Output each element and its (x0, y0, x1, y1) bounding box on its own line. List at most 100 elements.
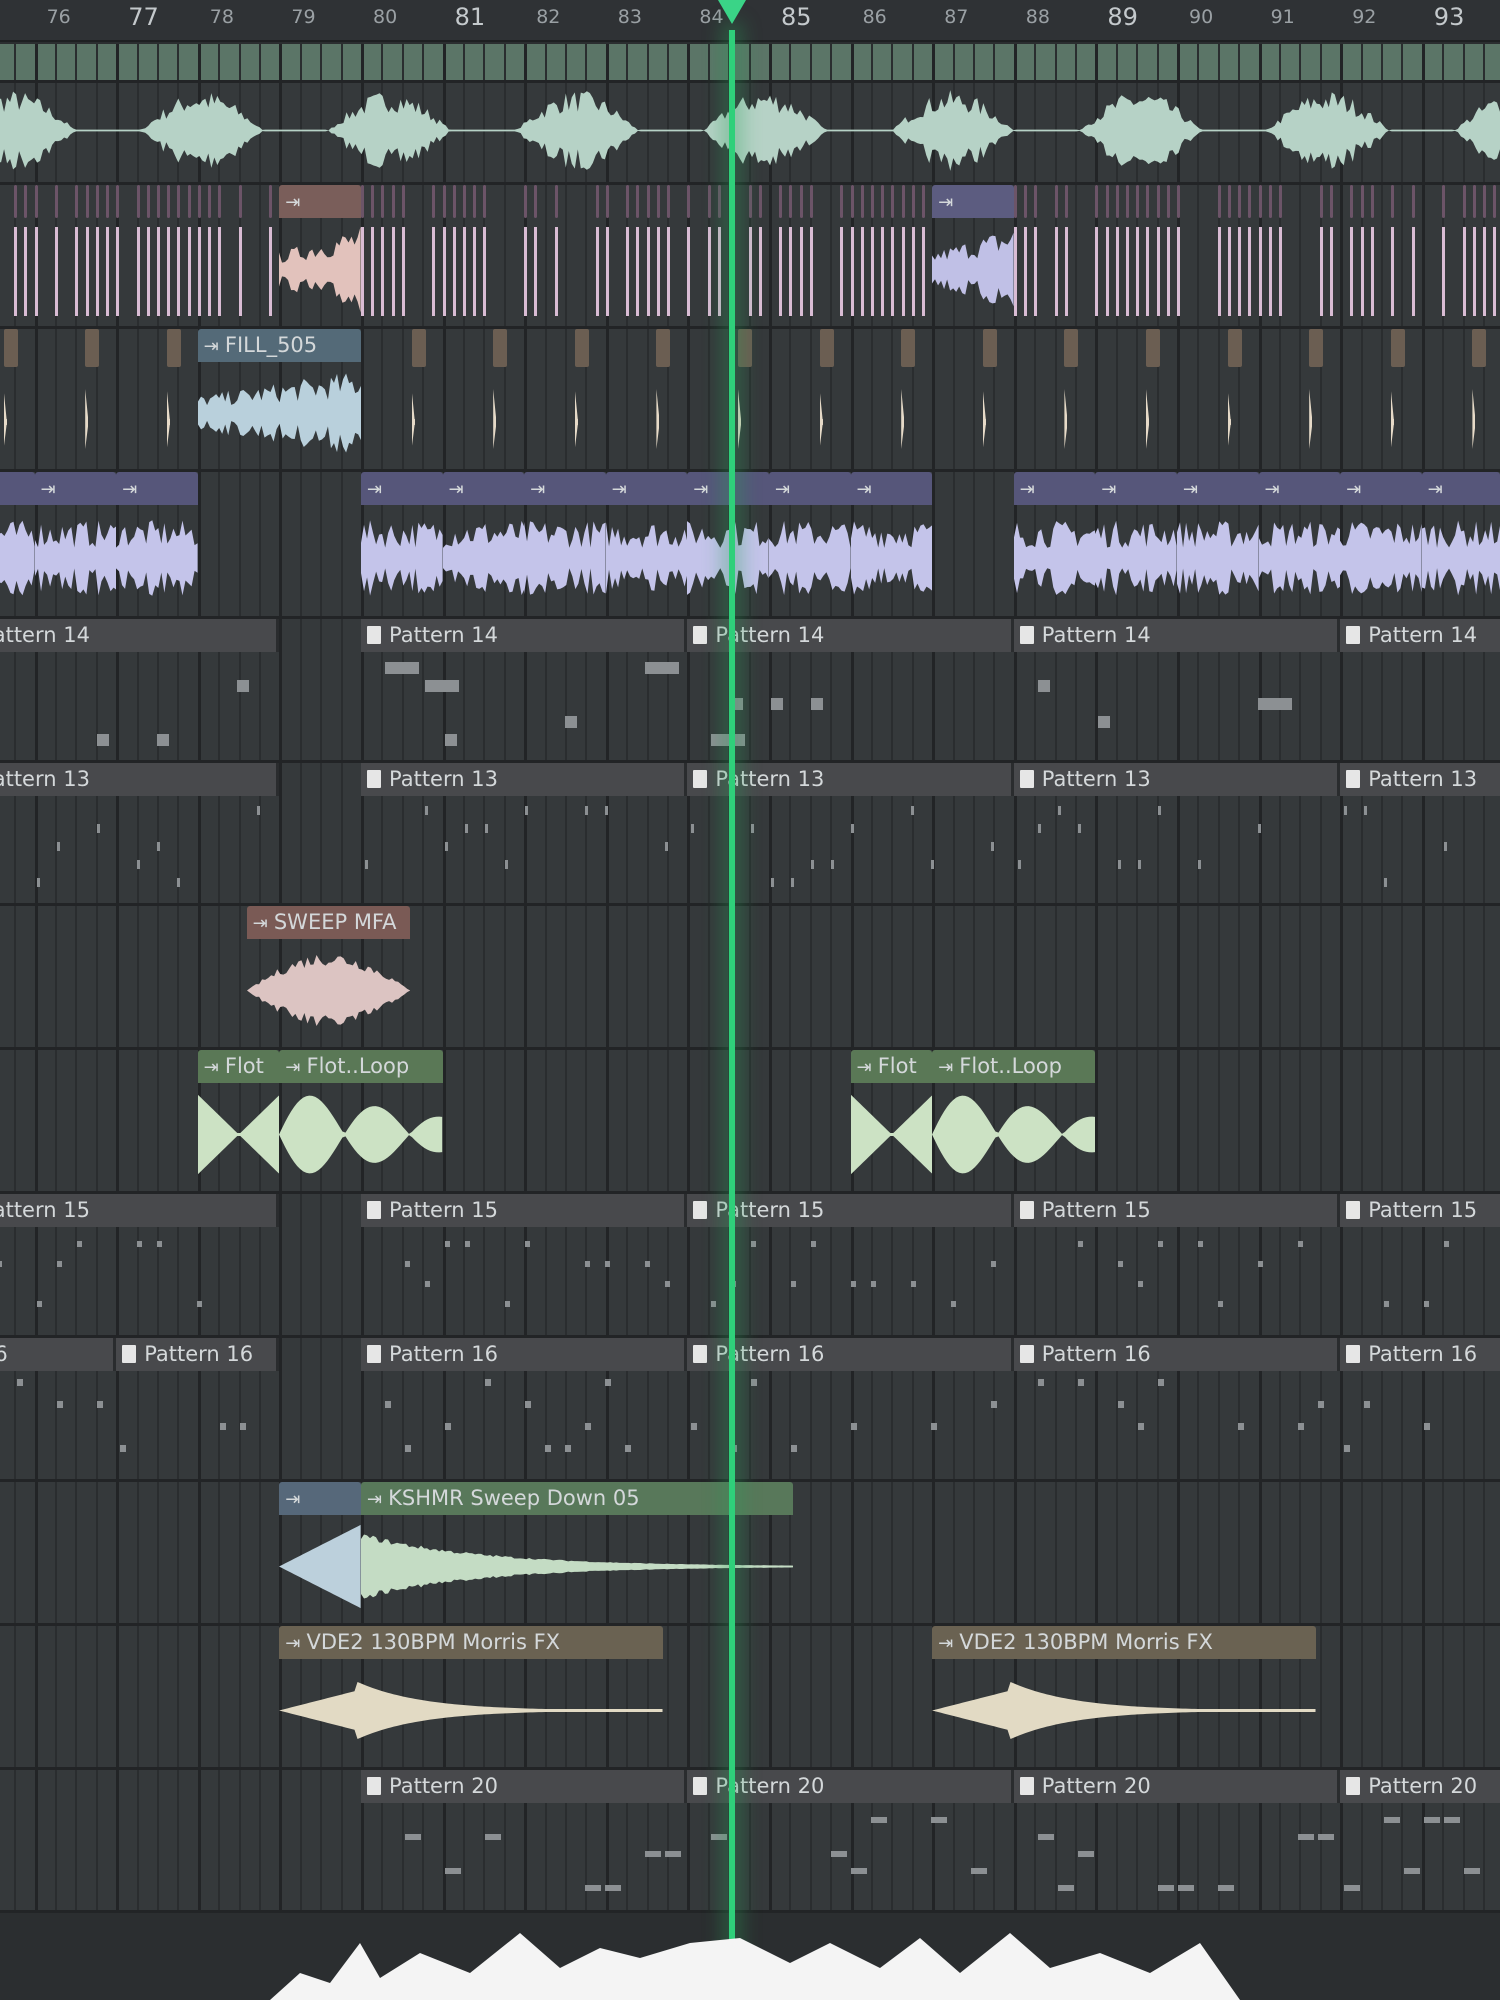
ruler-bar-number[interactable]: 82 (536, 6, 560, 28)
audio-clip[interactable]: ⇥ FILL_505 (197, 329, 361, 469)
hat-clip[interactable] (463, 185, 466, 218)
clip-header[interactable]: 16 (0, 1338, 117, 1371)
hat-clip[interactable] (524, 185, 528, 218)
pattern-clip[interactable]: Pattern 14 (1013, 619, 1341, 760)
audio-clip[interactable]: ⇥ (442, 472, 525, 616)
hat-clip[interactable] (34, 185, 38, 218)
ruler-bar-number[interactable]: 90 (1189, 6, 1213, 28)
audio-clip[interactable] (0, 329, 198, 469)
hat-clip[interactable] (157, 185, 160, 218)
hat-clip[interactable] (881, 185, 885, 218)
kick-clip[interactable] (574, 329, 589, 367)
audio-clip[interactable]: ⇥ (1340, 472, 1422, 616)
clip-header[interactable]: Pattern 20 (1340, 1770, 1500, 1803)
hat-clip[interactable] (1360, 185, 1364, 218)
hat-clip[interactable] (901, 185, 905, 218)
audio-clip[interactable]: ⇥ (850, 472, 933, 616)
clip-header[interactable]: ⇥ (524, 472, 606, 505)
hat-clip[interactable] (748, 185, 752, 218)
hat-clip[interactable] (758, 185, 762, 218)
clip-header[interactable]: ⇥ (116, 472, 198, 505)
audio-clip[interactable]: ⇥ (769, 472, 851, 616)
audio-clip[interactable]: ⇥ (687, 472, 769, 616)
kick-clip[interactable] (166, 329, 181, 367)
hat-clip[interactable] (1391, 185, 1395, 218)
ruler-bar-number[interactable]: 78 (210, 6, 234, 28)
hat-clip[interactable] (442, 185, 446, 218)
playlist-track-lane[interactable]: ⇥ SWEEP MFA (0, 906, 1500, 1050)
playlist-track-lane[interactable]: ⇥ ⇥ (0, 185, 1500, 329)
ruler-bar-number[interactable]: 93 (1434, 3, 1465, 31)
kick-clip[interactable] (656, 329, 671, 367)
hat-clip[interactable] (1411, 185, 1415, 218)
hat-clip[interactable] (167, 185, 171, 218)
clip-header[interactable]: Pattern 20 (687, 1770, 1014, 1803)
vocal-clip-header[interactable] (0, 44, 1500, 83)
ruler-bar-number[interactable]: 80 (373, 6, 397, 28)
hat-clip[interactable] (911, 185, 915, 218)
clip-header[interactable]: ⇥ (34, 472, 117, 505)
kick-clip[interactable] (1227, 329, 1242, 367)
kick-clip[interactable] (493, 329, 508, 367)
pattern-clip[interactable]: Pattern 16 (687, 1338, 1014, 1479)
hat-clip[interactable] (1034, 185, 1038, 218)
clip-header[interactable]: Pattern 13 (361, 763, 688, 796)
pattern-clip[interactable]: Pattern 20 (1013, 1770, 1341, 1910)
clip-header[interactable]: ⇥ (1095, 472, 1177, 505)
pattern-clip[interactable]: Pattern 14 (687, 619, 1014, 760)
clip-header[interactable]: ⇥ VDE2 130BPM Morris FX (279, 1626, 663, 1659)
pattern-clip[interactable]: Pattern 16 (361, 1338, 688, 1479)
pattern-clip[interactable]: Pattern 15 (1013, 1194, 1341, 1335)
pattern-clip[interactable]: Pattern 14 (1340, 619, 1500, 760)
clip-header[interactable]: ⇥ (1258, 472, 1341, 505)
pattern-clip[interactable]: Pattern 14 (0, 619, 280, 760)
hat-clip[interactable] (116, 185, 120, 218)
ruler-bar-number[interactable]: 76 (47, 6, 71, 28)
clip-header[interactable]: ⇥ SWEEP MFA (246, 906, 410, 939)
audio-clip[interactable]: ⇥ VDE2 130BPM Morris FX (932, 1626, 1316, 1767)
hat-clip[interactable] (1319, 185, 1323, 218)
hat-clip[interactable] (473, 185, 477, 218)
hat-clip[interactable] (1238, 185, 1242, 218)
hat-clip[interactable] (1482, 185, 1486, 218)
pattern-clip[interactable]: Pattern 13 (0, 763, 280, 903)
hat-clip[interactable] (238, 185, 242, 218)
playlist-track-lane[interactable]: ⇥⇥⇥⇥⇥⇥⇥⇥⇥⇥⇥⇥⇥⇥⇥⇥ (0, 472, 1500, 619)
pattern-clip[interactable]: 16 (0, 1338, 117, 1479)
playlist-track-lane[interactable] (0, 83, 1500, 185)
playhead-marker-icon[interactable] (718, 0, 747, 24)
playlist-track-lane[interactable]: Pattern 14 Pattern 14 Pattern 14 Pattern 14… (0, 619, 1500, 763)
hat-clip[interactable] (667, 185, 670, 218)
hat-clip[interactable] (208, 185, 211, 218)
hat-clip[interactable] (1442, 185, 1446, 218)
hat-clip[interactable] (1350, 185, 1354, 218)
hat-clip[interactable] (1136, 185, 1140, 218)
hat-clip[interactable] (1064, 185, 1068, 218)
clip-header[interactable]: ⇥ (769, 472, 851, 505)
hat-clip[interactable] (646, 185, 650, 218)
clip-header[interactable]: Pattern 16 (116, 1338, 280, 1371)
hat-clip[interactable] (707, 185, 711, 218)
kick-clip[interactable] (3, 329, 18, 367)
pattern-clip[interactable]: Pattern 20 (361, 1770, 688, 1910)
ruler-bar-number[interactable]: 89 (1107, 3, 1138, 31)
kick-clip[interactable] (85, 329, 100, 367)
hat-clip[interactable] (850, 185, 854, 218)
hat-clip[interactable] (1278, 185, 1282, 218)
clip-header[interactable]: Pattern 14 (0, 619, 280, 652)
hat-clip[interactable] (554, 185, 558, 218)
hat-clip[interactable] (432, 185, 436, 218)
clip-header[interactable]: Pattern 15 (0, 1194, 280, 1227)
pattern-clip[interactable]: Pattern 14 (361, 619, 688, 760)
clip-header[interactable]: Pattern 15 (361, 1194, 688, 1227)
audio-clip[interactable]: ⇥ (524, 472, 606, 616)
hat-clip[interactable] (1217, 185, 1221, 218)
clip-header[interactable]: ⇥ Flot..Loop (279, 1050, 443, 1083)
audio-clip[interactable] (0, 185, 279, 326)
clip-header[interactable]: Pattern 16 (361, 1338, 688, 1371)
audio-clip[interactable]: ⇥ (932, 185, 1014, 326)
hat-clip[interactable] (136, 185, 140, 218)
playlist-track-lane[interactable]: ⇥ ⇥ KSHMR Sweep Down 05 (0, 1482, 1500, 1626)
hat-clip[interactable] (381, 185, 385, 218)
hat-clip[interactable] (1156, 185, 1160, 218)
